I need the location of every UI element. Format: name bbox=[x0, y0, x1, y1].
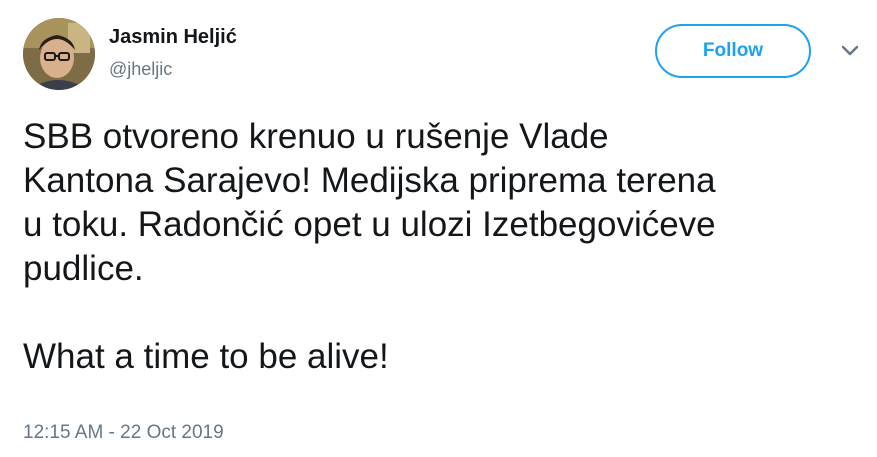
follow-button[interactable]: Follow bbox=[655, 24, 811, 78]
tweet-line: pudlice. bbox=[23, 249, 144, 288]
tweet-text: SBB otvoreno krenuo u rušenje Vlade Kant… bbox=[23, 115, 863, 379]
tweet-timestamp[interactable]: 12:15 AM - 22 Oct 2019 bbox=[23, 422, 224, 444]
avatar-image bbox=[23, 18, 95, 90]
tweet-closing-line: What a time to be alive! bbox=[23, 337, 389, 376]
chevron-down-icon[interactable] bbox=[840, 44, 860, 58]
tweet-line: SBB otvoreno krenuo u rušenje Vlade bbox=[23, 117, 609, 156]
author-display-name[interactable]: Jasmin Heljić bbox=[109, 26, 237, 49]
avatar[interactable] bbox=[23, 18, 95, 90]
author-handle[interactable]: @jheljic bbox=[109, 59, 172, 80]
tweet-line: u toku. Radončić opet u ulozi Izetbegovi… bbox=[23, 205, 716, 244]
tweet-line: Kantona Sarajevo! Medijska priprema tere… bbox=[23, 161, 716, 200]
